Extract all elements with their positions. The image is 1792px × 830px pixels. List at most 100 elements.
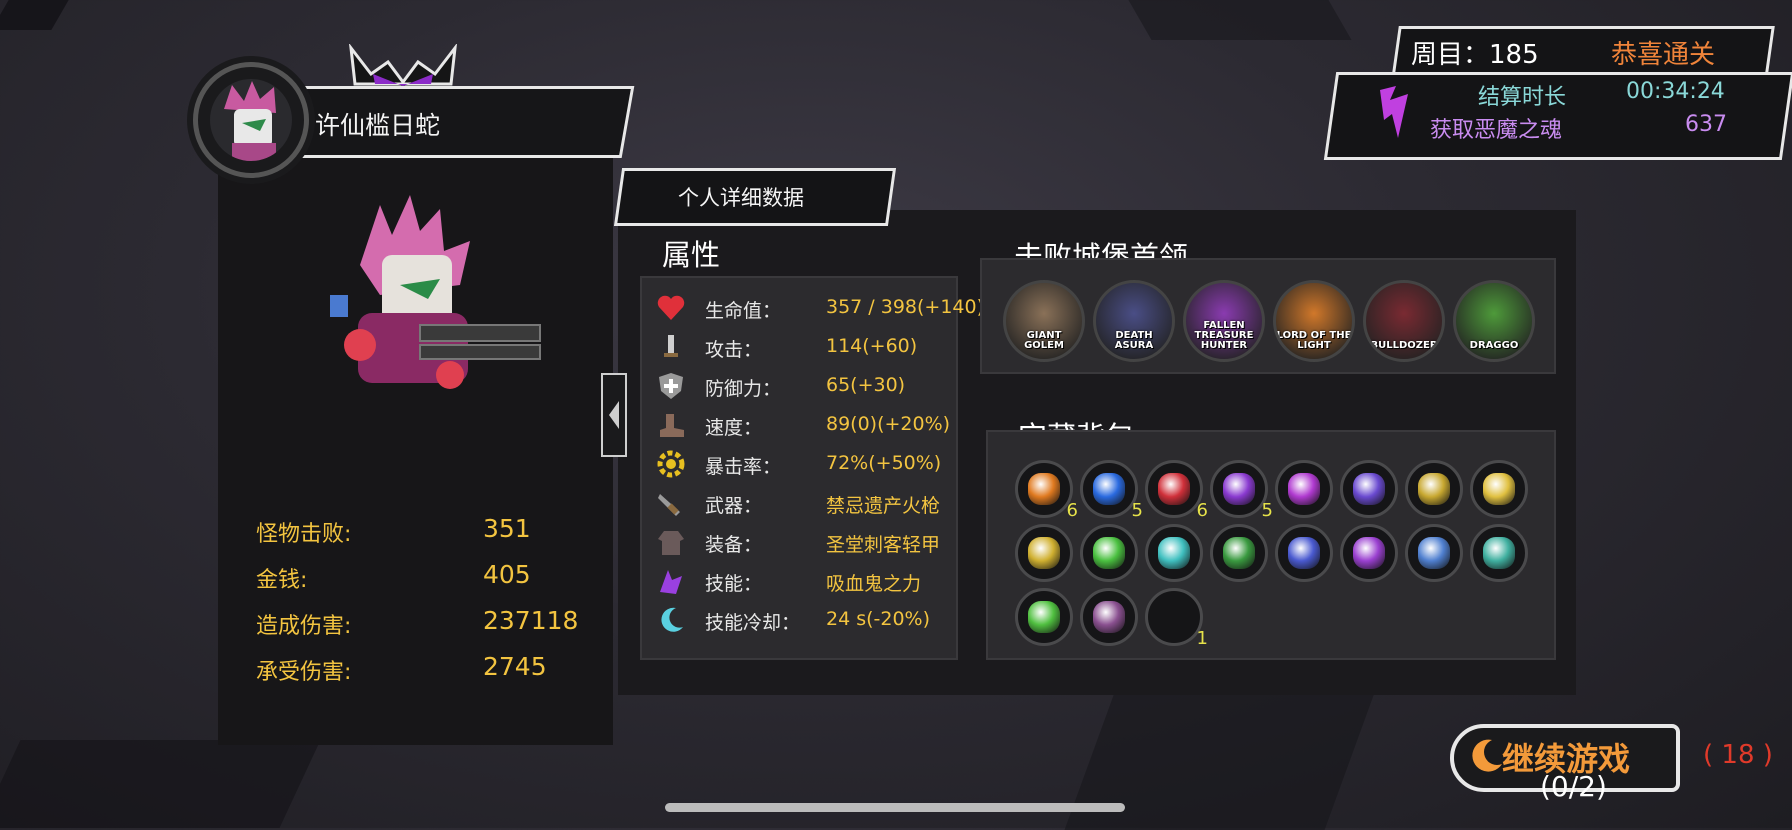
attr-label: 技能冷却： xyxy=(705,612,801,634)
boss-portrait[interactable]: BULLDOZER xyxy=(1363,280,1445,362)
round-label: 周目：185 xyxy=(1411,40,1539,70)
attr-label: 生命值： xyxy=(705,300,782,322)
treasure-slot[interactable] xyxy=(1470,460,1528,518)
boss-name: DRAGGO xyxy=(1469,340,1519,351)
attr-label: 装备： xyxy=(705,534,763,556)
treasure-slot[interactable] xyxy=(1080,524,1138,582)
treasure-slot[interactable] xyxy=(1405,460,1463,518)
attr-row-equipment: 装备： 圣堂刺客轻甲 xyxy=(655,526,995,558)
player-name: 许仙槛日蛇 xyxy=(315,111,441,140)
treasure-count: 6 xyxy=(1066,500,1078,521)
boss-portrait[interactable]: LORD OF THE LIGHT xyxy=(1273,280,1355,362)
avatar-face xyxy=(210,79,292,161)
treasure-slot[interactable] xyxy=(1405,524,1463,582)
attr-value: 禁忌遗产火枪 xyxy=(826,495,941,517)
collapse-panel-button[interactable] xyxy=(601,373,627,457)
continue-timer: ( 18 ) xyxy=(1703,740,1773,770)
attr-value: 89(0)(+20%) xyxy=(826,413,951,435)
treasure-count: 5 xyxy=(1131,500,1143,521)
treasure-item-icon xyxy=(1093,601,1125,633)
boss-portrait[interactable]: DRAGGO xyxy=(1453,280,1535,362)
sword-icon xyxy=(655,331,687,363)
treasure-count: 5 xyxy=(1261,500,1273,521)
attr-label: 防御力： xyxy=(705,378,782,400)
attr-label: 武器： xyxy=(705,495,763,517)
continue-count: (0/2) xyxy=(1540,770,1607,803)
attr-label: 攻击： xyxy=(705,339,763,361)
treasure-slot[interactable] xyxy=(1080,588,1138,646)
attr-row-crit: 暴击率： 72%(+50%) xyxy=(655,448,995,480)
treasure-item-icon xyxy=(1353,537,1385,569)
treasure-count: 1 xyxy=(1196,628,1208,649)
skill-icon xyxy=(655,565,687,597)
attr-value: 114(+60) xyxy=(826,335,918,357)
attr-value: 357 / 398(+140) xyxy=(826,296,985,318)
attr-value: 24 s(-20%) xyxy=(826,608,931,630)
treasure-slot[interactable] xyxy=(1145,524,1203,582)
treasure-item-icon xyxy=(1483,537,1515,569)
boss-portrait[interactable]: DEATH ASURA xyxy=(1093,280,1175,362)
treasure-slot[interactable]: 6 xyxy=(1015,460,1078,521)
treasure-item-icon xyxy=(1223,473,1255,505)
boss-name: BULLDOZER xyxy=(1370,340,1438,351)
shield-icon xyxy=(655,370,687,402)
treasure-item-icon xyxy=(1418,537,1450,569)
treasure-item-icon xyxy=(1483,473,1515,505)
boss-portrait[interactable]: GIANT GOLEM xyxy=(1003,280,1085,362)
treasure-slot[interactable]: 6 xyxy=(1145,460,1208,521)
gold-label: 金钱: xyxy=(256,568,308,593)
weapon-icon xyxy=(655,487,687,519)
treasure-count: 6 xyxy=(1196,500,1208,521)
treasure-slot[interactable]: 5 xyxy=(1210,460,1273,521)
avatar xyxy=(193,62,309,178)
attr-value: 圣堂刺客轻甲 xyxy=(826,534,941,556)
attr-row-defense: 防御力： 65(+30) xyxy=(655,370,995,402)
boss-portrait[interactable]: FALLEN TREASURE HUNTER xyxy=(1183,280,1265,362)
demon-crown-icon xyxy=(349,44,457,86)
treasure-slot[interactable] xyxy=(1275,524,1333,582)
treasure-slot[interactable] xyxy=(1340,524,1398,582)
moon-icon xyxy=(1472,739,1502,772)
boss-name: DEATH ASURA xyxy=(1114,330,1154,351)
treasure-slot[interactable] xyxy=(1015,588,1073,646)
treasure-slot[interactable]: 5 xyxy=(1080,460,1143,521)
treasure-item-icon xyxy=(1093,537,1125,569)
attr-label: 技能： xyxy=(705,573,763,595)
treasure-item-icon xyxy=(1093,473,1125,505)
attr-row-hp: 生命值： 357 / 398(+140) xyxy=(655,292,995,324)
attr-label: 速度： xyxy=(705,417,763,439)
duration-label: 结算时长 xyxy=(1478,85,1567,110)
background-shard xyxy=(0,0,69,30)
attr-value: 72%(+50%) xyxy=(826,452,942,474)
soul-value: 637 xyxy=(1685,112,1727,137)
moon-icon xyxy=(655,604,687,636)
treasure-slot[interactable] xyxy=(1275,460,1333,518)
background-shard xyxy=(1128,0,1352,40)
monsters-defeated-label: 怪物击败: xyxy=(256,522,352,547)
treasure-item-icon xyxy=(1223,537,1255,569)
boss-name: GIANT GOLEM xyxy=(1024,330,1064,351)
damage-dealt-label: 造成伤害: xyxy=(256,614,352,639)
treasure-slot[interactable]: 1 xyxy=(1145,588,1208,649)
boot-icon xyxy=(655,409,687,441)
boss-name: FALLEN TREASURE HUNTER xyxy=(1194,320,1254,351)
treasure-slot[interactable] xyxy=(1015,524,1073,582)
home-indicator[interactable] xyxy=(665,803,1125,812)
demon-soul-icon xyxy=(1380,86,1408,138)
attr-label: 暴击率： xyxy=(705,456,782,478)
attr-row-attack: 攻击： 114(+60) xyxy=(655,331,995,363)
treasure-item-icon xyxy=(1028,601,1060,633)
damage-taken-value: 2745 xyxy=(483,652,547,681)
details-tab-label: 个人详细数据 xyxy=(678,186,804,210)
damage-taken-label: 承受伤害: xyxy=(256,660,352,685)
damage-dealt-value: 237118 xyxy=(483,606,579,635)
gear-icon xyxy=(655,448,687,480)
treasure-item-icon xyxy=(1288,537,1320,569)
treasure-item-icon xyxy=(1028,537,1060,569)
treasure-slot[interactable] xyxy=(1470,524,1528,582)
background-shard xyxy=(0,740,321,828)
treasure-slot[interactable] xyxy=(1210,524,1268,582)
treasure-slot[interactable] xyxy=(1340,460,1398,518)
soul-label: 获取恶魔之魂 xyxy=(1430,118,1563,143)
attributes-title: 属性 xyxy=(662,238,721,272)
